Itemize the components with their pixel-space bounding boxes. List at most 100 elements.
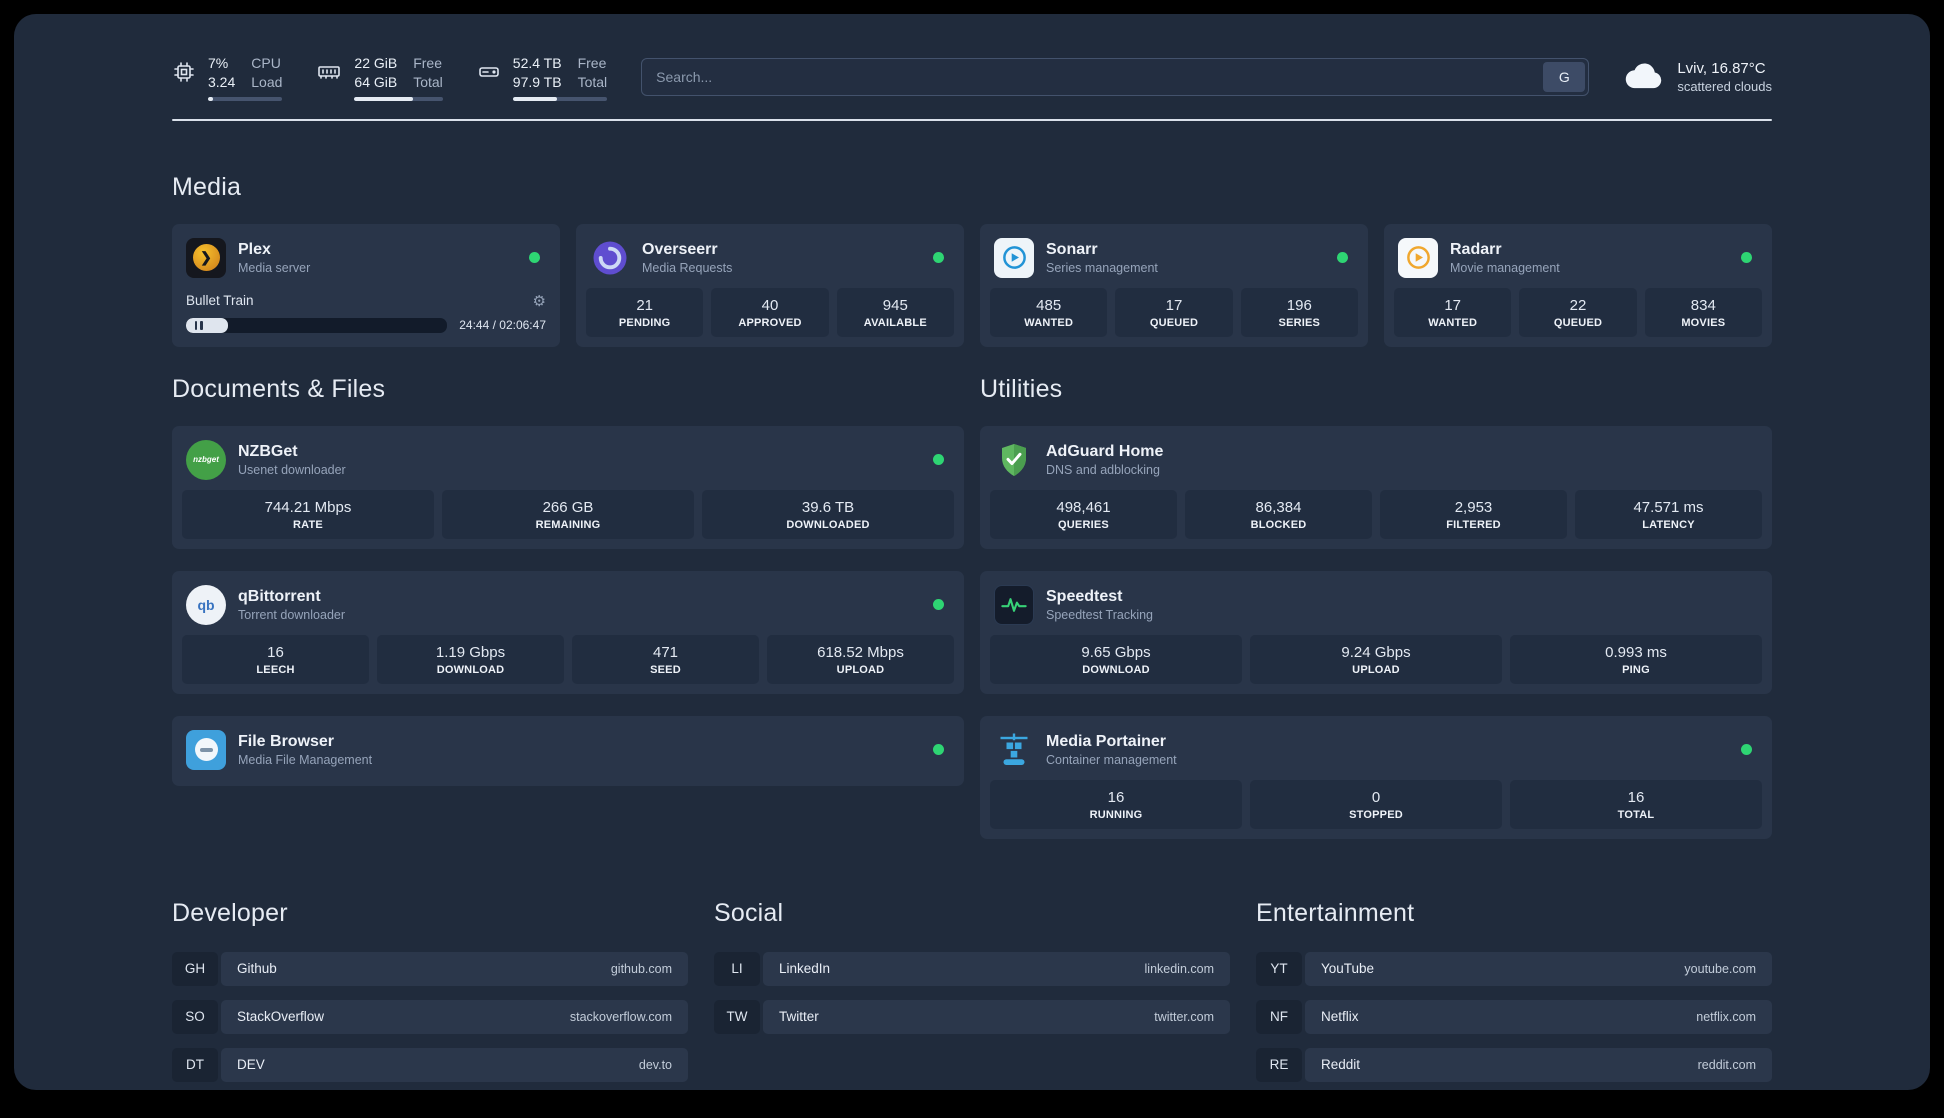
section-media: Media ❯ Plex Media server Bullet Train ⚙…	[172, 173, 1772, 347]
section-utilities: Utilities AdGuard Home DNS and adblockin…	[980, 375, 1772, 839]
status-dot-online	[1741, 744, 1752, 756]
stat-tile: 17 QUEUED	[1115, 287, 1233, 337]
stat-tile: 21 PENDING	[586, 287, 704, 337]
radarr-stats: 17 WANTED 22 QUEUED 834 MOVIES	[1394, 287, 1762, 337]
status-dot-online	[529, 252, 540, 264]
service-name: File Browser	[238, 732, 335, 750]
bookmark-name: Twitter	[779, 1009, 819, 1025]
service-card-filebrowser[interactable]: File Browser Media File Management	[172, 715, 964, 786]
cpu-load-label: Load	[251, 73, 283, 90]
nzbget-meta: NZBGet Usenet downloader	[238, 443, 346, 477]
stat-tile: 498,461 QUERIES	[990, 489, 1177, 539]
cpu-percent: 7%	[208, 55, 229, 71]
bookmark-group-title: Developer	[172, 898, 288, 927]
status-dot-online	[933, 744, 944, 756]
cpu-label: CPU	[251, 55, 281, 71]
memory-progress-bar	[354, 96, 443, 101]
bookmark-netflix[interactable]: NF Netflix netflix.com	[1256, 999, 1772, 1034]
stat-tile: 266 GB REMAINING	[442, 489, 694, 539]
memory-total: 64 GiB	[354, 73, 398, 90]
radarr-icon	[1398, 237, 1438, 278]
service-card-adguard[interactable]: AdGuard Home DNS and adblocking 498,461 …	[980, 425, 1772, 549]
bookmark-name: Netflix	[1321, 1009, 1359, 1025]
stat-tile: 16 RUNNING	[990, 779, 1242, 829]
pause-icon[interactable]	[193, 320, 204, 330]
bookmark-abbr: NF	[1256, 999, 1302, 1034]
search-input[interactable]	[642, 69, 1544, 86]
stat-tile: 9.24 Gbps UPLOAD	[1250, 634, 1502, 684]
playback-played-segment	[186, 317, 228, 333]
bookmark-url: youtube.com	[1684, 961, 1756, 976]
radarr-header[interactable]: Radarr Movie management	[1394, 232, 1762, 286]
service-card-overseerr[interactable]: Overseerr Media Requests 21 PENDING 40 A…	[576, 223, 964, 347]
stat-tile: 744.21 Mbps RATE	[182, 489, 434, 539]
service-subtitle: Media Requests	[642, 260, 733, 275]
topbar-divider	[172, 118, 1772, 121]
speedtest-pulse-icon	[994, 584, 1034, 625]
bookmark-stackoverflow[interactable]: SO StackOverflow stackoverflow.com	[172, 999, 688, 1034]
search-bar[interactable]: G	[641, 58, 1590, 97]
bookmark-linkedin[interactable]: LI LinkedIn linkedin.com	[714, 951, 1230, 986]
service-card-radarr[interactable]: Radarr Movie management 17 WANTED 22 QUE…	[1384, 223, 1772, 347]
section-title-documents: Documents & Files	[172, 374, 386, 403]
nzbget-header[interactable]: nzbget NZBGet Usenet downloader	[182, 434, 954, 488]
bookmark-reddit[interactable]: RE Reddit reddit.com	[1256, 1047, 1772, 1082]
adguard-header[interactable]: AdGuard Home DNS and adblocking	[990, 434, 1762, 488]
service-card-portainer[interactable]: Media Portainer Container management 16 …	[980, 715, 1772, 839]
service-subtitle: Usenet downloader	[238, 462, 346, 477]
stat-tile: 40 APPROVED	[711, 287, 829, 337]
bookmark-name: Github	[237, 961, 277, 977]
service-subtitle: Speedtest Tracking	[1046, 607, 1154, 622]
bookmark-abbr: DT	[172, 1047, 218, 1082]
cpu-icon	[172, 60, 196, 89]
filebrowser-header[interactable]: File Browser Media File Management	[182, 724, 954, 776]
bookmarks-section: Developer GH Github github.com SO StackO…	[172, 899, 1772, 1082]
overseerr-header[interactable]: Overseerr Media Requests	[586, 232, 954, 286]
service-subtitle: DNS and adblocking	[1046, 462, 1160, 477]
qbittorrent-header[interactable]: qb qBittorrent Torrent downloader	[182, 579, 954, 633]
nzbget-icon: nzbget	[186, 439, 226, 480]
cpu-widget: 7% 3.24 CPU Load	[172, 54, 283, 101]
plex-header[interactable]: ❯ Plex Media server	[182, 232, 550, 286]
bookmark-youtube[interactable]: YT YouTube youtube.com	[1256, 951, 1772, 986]
service-card-qbittorrent[interactable]: qb qBittorrent Torrent downloader 16 LEE…	[172, 570, 964, 694]
service-name: Plex	[238, 240, 271, 258]
stat-tile: 16 LEECH	[182, 634, 369, 684]
search-provider-button[interactable]: G	[1543, 62, 1586, 93]
stat-tile: 834 MOVIES	[1644, 287, 1762, 337]
stat-tile: 2,953 FILTERED	[1380, 489, 1567, 539]
drive-icon	[477, 60, 501, 89]
speedtest-header[interactable]: Speedtest Speedtest Tracking	[990, 579, 1762, 633]
dashboard-page: 7% 3.24 CPU Load 22 GiB 64 GiB Free Tota…	[14, 14, 1930, 1090]
bookmark-twitter[interactable]: TW Twitter twitter.com	[714, 999, 1230, 1034]
stat-tile: 39.6 TB DOWNLOADED	[702, 489, 954, 539]
adguard-stats: 498,461 QUERIES 86,384 BLOCKED 2,953 FIL…	[990, 489, 1762, 539]
bookmark-dev[interactable]: DT DEV dev.to	[172, 1047, 688, 1082]
service-card-plex[interactable]: ❯ Plex Media server Bullet Train ⚙ 24:44…	[172, 223, 560, 347]
service-card-sonarr[interactable]: Sonarr Series management 485 WANTED 17 Q…	[980, 223, 1368, 347]
disk-total-label: Total	[577, 73, 608, 90]
filebrowser-meta: File Browser Media File Management	[238, 733, 372, 767]
disk-free-label: Free	[577, 55, 607, 71]
sonarr-stats: 485 WANTED 17 QUEUED 196 SERIES	[990, 287, 1358, 337]
disk-total: 97.9 TB	[512, 73, 562, 90]
weather-condition: scattered clouds	[1677, 79, 1772, 95]
service-card-nzbget[interactable]: nzbget NZBGet Usenet downloader 744.21 M…	[172, 425, 964, 549]
status-dot-online	[933, 454, 944, 466]
qbittorrent-stats: 16 LEECH 1.19 Gbps DOWNLOAD 471 SEED 618…	[182, 634, 954, 684]
sonarr-header[interactable]: Sonarr Series management	[990, 232, 1358, 286]
qbittorrent-icon: qb	[186, 584, 226, 625]
radarr-meta: Radarr Movie management	[1450, 241, 1560, 275]
plex-icon: ❯	[186, 237, 226, 278]
sonarr-icon	[994, 237, 1034, 278]
portainer-crane-icon	[994, 730, 1034, 770]
service-subtitle: Media File Management	[238, 752, 373, 767]
playback-progress-bar[interactable]	[186, 317, 448, 333]
gear-icon[interactable]: ⚙	[533, 292, 546, 310]
stat-tile: 945 AVAILABLE	[836, 287, 954, 337]
bookmark-github[interactable]: GH Github github.com	[172, 951, 688, 986]
stat-tile: 16 TOTAL	[1510, 779, 1762, 829]
service-card-speedtest[interactable]: Speedtest Speedtest Tracking 9.65 Gbps D…	[980, 570, 1772, 694]
portainer-header[interactable]: Media Portainer Container management	[990, 724, 1762, 778]
adguard-shield-icon	[994, 440, 1034, 480]
